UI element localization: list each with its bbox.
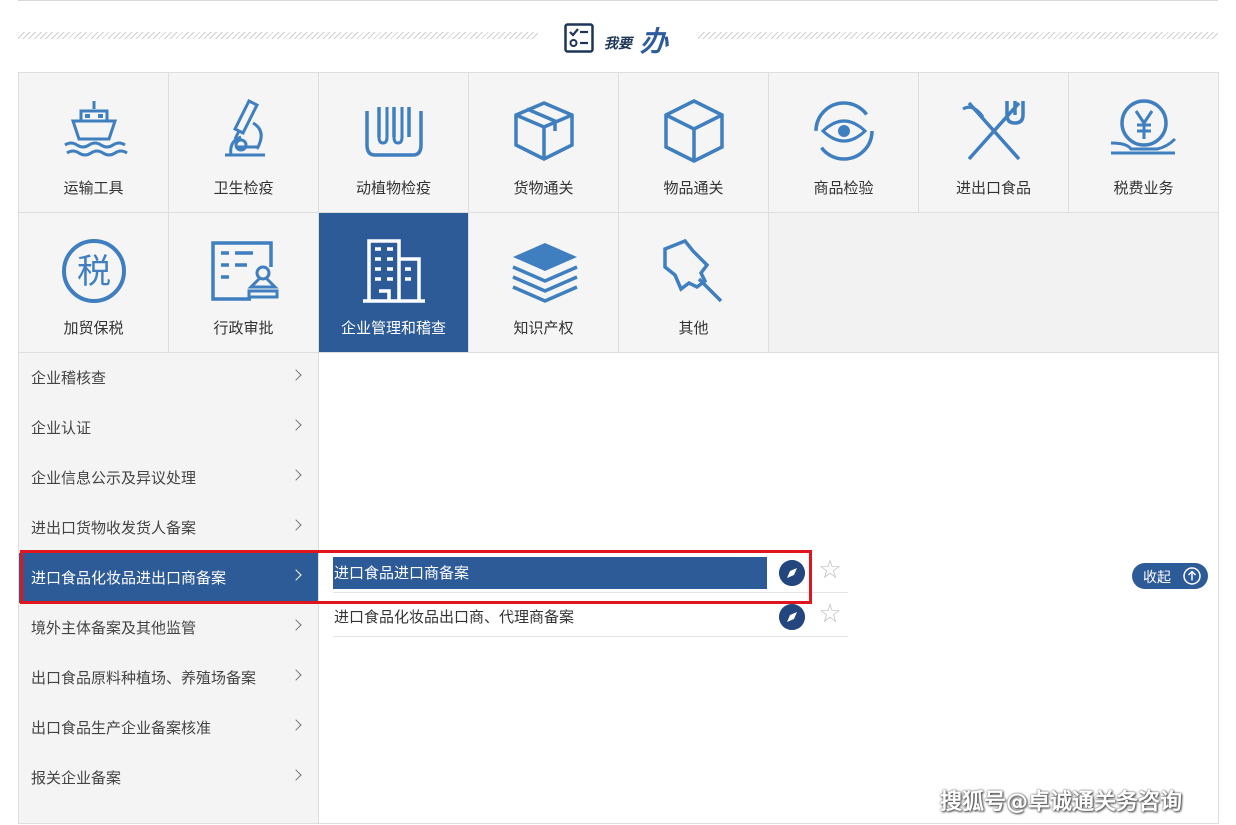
tile-label: 货物通关 <box>513 179 574 197</box>
sidebar-item[interactable]: 报关企业备案 <box>19 753 318 803</box>
service-item-label: 进口食品化妆品出口商、代理商备案 <box>334 608 575 626</box>
sidebar-item-label: 出口食品原料种植场、养殖场备案 <box>31 669 257 687</box>
chevron-right-icon <box>290 619 302 631</box>
sidebar-item-label: 企业稽核查 <box>31 369 107 387</box>
microscope-icon <box>225 98 265 157</box>
collapse-label: 收起 <box>1143 570 1171 586</box>
tile-label: 税费业务 <box>1113 179 1174 197</box>
category-sidebar: 企业稽核查企业认证企业信息公示及异议处理 进出口货物收发货人备案进口食品化妆品进出… <box>19 353 319 823</box>
service-category-grid: 运输工具 卫生检疫 动植物检疫 货物通关 物品通关 商品检验 进出口食品 税费业务税加贸保税行… <box>18 72 1219 353</box>
svg-text:税: 税 <box>77 252 111 292</box>
watermark: 搜狐号@卓诚通关务咨询 <box>940 790 1183 815</box>
collapse-button[interactable]: 收起 <box>1132 563 1208 589</box>
eye-refresh-icon <box>814 101 874 161</box>
test-tubes-icon <box>365 107 423 157</box>
tile-cube[interactable]: 物品通关 <box>619 73 769 213</box>
tile-label: 商品检验 <box>813 179 874 197</box>
tile-books[interactable]: 知识产权 <box>469 213 619 353</box>
service-item[interactable]: 进口食品进口商备案 ☆ <box>333 553 848 593</box>
top-divider <box>18 0 1218 1</box>
open-box-icon <box>514 101 574 161</box>
star-icon[interactable]: ☆ <box>816 556 844 584</box>
sidebar-item[interactable]: 出口食品生产企业备案核准 <box>19 703 318 753</box>
tile-building[interactable]: 企业管理和稽查 <box>319 213 469 353</box>
header-title: 我要 办 <box>564 20 674 58</box>
sidebar-item-label: 境外主体备案及其他监管 <box>31 619 197 637</box>
tile-label: 知识产权 <box>513 319 574 337</box>
sidebar-item[interactable]: 进出口货物收发货人备案 <box>19 503 318 553</box>
compass-icon[interactable] <box>779 560 805 586</box>
service-item[interactable]: 进口食品化妆品出口商、代理商备案 ☆ <box>333 597 848 637</box>
tile-label: 其他 <box>678 319 709 337</box>
star-icon[interactable]: ☆ <box>816 600 844 628</box>
yen-hand-icon <box>1110 99 1177 155</box>
chevron-right-icon <box>290 669 302 681</box>
sidebar-item-label: 报关企业备案 <box>31 769 122 787</box>
header-title-small: 我要 <box>604 36 632 52</box>
tile-open-box[interactable]: 货物通关 <box>469 73 619 213</box>
sidebar-item[interactable]: 企业认证 <box>19 403 318 453</box>
tile-microscope[interactable]: 卫生检疫 <box>169 73 319 213</box>
stamp-document-icon <box>211 241 279 301</box>
sidebar-item-label: 出口食品生产企业备案核准 <box>31 719 212 737</box>
chevron-right-icon <box>290 569 302 581</box>
tile-ship[interactable]: 运输工具 <box>19 73 169 213</box>
tile-fork-knife[interactable]: 进出口食品 <box>919 73 1069 213</box>
tile-label: 运输工具 <box>63 179 124 197</box>
checklist-icon <box>564 23 594 53</box>
chevron-right-icon <box>290 369 302 381</box>
chevron-right-icon <box>290 769 302 781</box>
tile-label: 企业管理和稽查 <box>340 319 446 337</box>
books-icon <box>512 243 578 303</box>
sidebar-item[interactable]: 企业信息公示及异议处理 <box>19 453 318 503</box>
sidebar-item[interactable]: 进口食品化妆品进出口商备案 <box>19 553 318 603</box>
section-header: 我要 办 <box>18 18 1218 58</box>
fork-knife-icon <box>962 101 1025 161</box>
tile-pin[interactable]: 其他 <box>619 213 769 353</box>
service-item-label: 进口食品进口商备案 <box>333 557 767 589</box>
tile-label: 物品通关 <box>663 179 724 197</box>
sidebar-item[interactable]: 境外主体备案及其他监管 <box>19 603 318 653</box>
compass-icon[interactable] <box>779 604 805 630</box>
chevron-right-icon <box>290 419 302 431</box>
sidebar-item-label: 进出口货物收发货人备案 <box>31 519 197 537</box>
tile-label: 动植物检疫 <box>355 179 431 197</box>
tile-label: 卫生检疫 <box>213 179 274 197</box>
sidebar-item-label: 企业信息公示及异议处理 <box>31 469 197 487</box>
chevron-right-icon <box>290 519 302 531</box>
arrow-up-circle-icon <box>1183 567 1201 585</box>
tile-test-tubes[interactable]: 动植物检疫 <box>319 73 469 213</box>
tile-label: 加贸保税 <box>63 319 124 337</box>
sidebar-item[interactable]: 出口食品原料种植场、养殖场备案 <box>19 653 318 703</box>
building-icon <box>363 239 425 303</box>
tile-label: 行政审批 <box>213 319 274 337</box>
tile-tax-circle[interactable]: 税加贸保税 <box>19 213 169 353</box>
sidebar-item[interactable]: 企业稽核查 <box>19 353 318 403</box>
cube-icon <box>664 99 724 163</box>
sidebar-item-label: 进口食品化妆品进出口商备案 <box>31 569 227 587</box>
chevron-right-icon <box>290 719 302 731</box>
tile-label: 进出口食品 <box>955 179 1031 197</box>
tile-eye-refresh[interactable]: 商品检验 <box>769 73 919 213</box>
header-hatch-right <box>698 32 1218 39</box>
header-title-big: 办 <box>640 25 668 58</box>
header-hatch-left <box>18 32 538 39</box>
tax-circle-icon: 税 <box>62 239 126 303</box>
chevron-right-icon <box>290 469 302 481</box>
tile-yen-hand[interactable]: 税费业务 <box>1069 73 1219 213</box>
sidebar-item-label: 企业认证 <box>31 419 92 437</box>
pin-icon <box>663 238 723 303</box>
tile-stamp-document[interactable]: 行政审批 <box>169 213 319 353</box>
ship-icon <box>64 101 128 157</box>
